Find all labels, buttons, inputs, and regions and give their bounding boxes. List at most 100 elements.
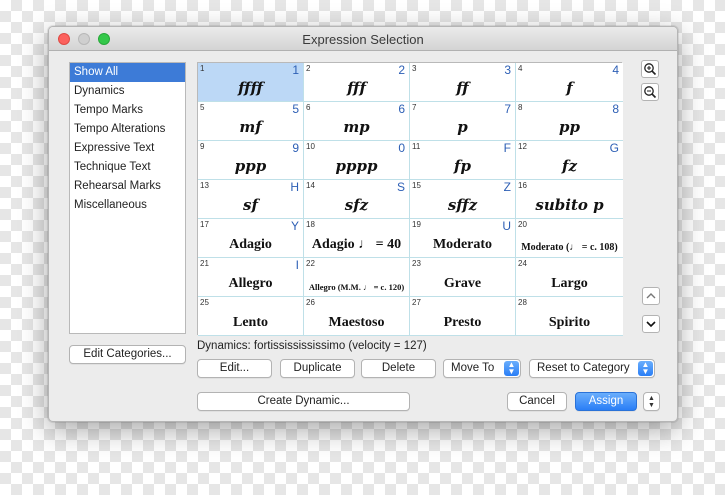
expression-cell[interactable]: 22 Allegro (M.M. ♩ = c. 120) xyxy=(304,258,410,297)
expression-cell[interactable]: 12 Gfz xyxy=(516,141,623,180)
expression-label: Adagio xyxy=(229,237,272,252)
category-list[interactable]: Show All Dynamics Tempo Marks Tempo Alterat… xyxy=(69,62,186,334)
expression-label: Maestoso xyxy=(328,315,385,330)
expression-label: mp xyxy=(343,118,370,136)
assign-button[interactable]: Assign xyxy=(575,392,637,411)
cancel-button[interactable]: Cancel xyxy=(507,392,567,411)
expression-cell[interactable]: 4 4 f xyxy=(516,63,623,102)
cell-number: 17 xyxy=(200,220,209,229)
expression-label: fff xyxy=(347,79,366,97)
zoom-in-button[interactable] xyxy=(641,60,659,78)
category-item[interactable]: Expressive Text xyxy=(70,139,185,158)
category-item[interactable]: Technique Text xyxy=(70,158,185,177)
cell-number: 4 xyxy=(518,64,523,73)
expression-label: Spirito xyxy=(548,315,591,330)
expression-cell[interactable]: 11 Ffp xyxy=(410,141,516,180)
move-to-label: Move To xyxy=(451,362,495,374)
expression-cell[interactable]: 27 Presto xyxy=(410,297,516,336)
window-title: Expression Selection xyxy=(302,32,424,47)
expression-cell[interactable]: 13 Hsf xyxy=(198,180,304,219)
shortcut-key: U xyxy=(502,219,511,233)
title-bar: Expression Selection xyxy=(49,27,677,51)
expression-cell[interactable]: 28 Spirito xyxy=(516,297,623,336)
expression-cell[interactable]: 16 subito p xyxy=(516,180,623,219)
expression-cell[interactable]: 15 Zsffz xyxy=(410,180,516,219)
reset-to-category-popup[interactable]: Reset to Category ▲ ▼ xyxy=(529,359,655,378)
expression-label: Allegro xyxy=(228,276,273,291)
cell-number: 5 xyxy=(200,103,205,112)
expression-cell[interactable]: 1 1 ffff xyxy=(198,63,304,102)
expression-label: Moderato xyxy=(432,237,493,252)
shortcut-key: I xyxy=(295,258,299,272)
shortcut-key: 0 xyxy=(398,141,405,155)
expression-label: Allegro (M.M. ♩ = c. 120) xyxy=(308,282,405,292)
expression-cell[interactable]: 5 5 mf xyxy=(198,102,304,141)
cell-number: 26 xyxy=(306,298,315,307)
expression-cell[interactable]: 7 7 p xyxy=(410,102,516,141)
shortcut-key: H xyxy=(290,180,299,194)
expression-cell[interactable]: 21 I Allegro xyxy=(198,258,304,297)
category-item[interactable]: Tempo Alterations xyxy=(70,120,185,139)
expression-cell[interactable]: 6 6 mp xyxy=(304,102,410,141)
shortcut-key: 8 xyxy=(612,102,619,116)
expression-label: ff xyxy=(456,79,469,97)
shortcut-key: 7 xyxy=(504,102,511,116)
expression-cell[interactable]: 8 8 pp xyxy=(516,102,623,141)
cell-number: 28 xyxy=(518,298,527,307)
scroll-up-button[interactable] xyxy=(642,287,660,305)
expression-cell[interactable]: 14 Ssfz xyxy=(304,180,410,219)
expression-label: Presto xyxy=(443,315,482,330)
zoom-out-button[interactable] xyxy=(641,83,659,101)
expression-cell[interactable]: 24 Largo xyxy=(516,258,623,297)
expression-label: Adagio ♩ = 40 xyxy=(311,237,402,252)
assign-options-button[interactable]: ▲ ▼ xyxy=(643,392,660,411)
shortcut-key: 9 xyxy=(292,141,299,155)
scroll-down-button[interactable] xyxy=(642,315,660,333)
cell-number: 25 xyxy=(200,298,209,307)
cell-number: 21 xyxy=(200,259,209,268)
expression-label: subito p xyxy=(535,196,604,214)
expression-cell[interactable]: 3 3 ff xyxy=(410,63,516,102)
shortcut-key: 6 xyxy=(398,102,405,116)
expression-cell[interactable]: 17 Y Adagio xyxy=(198,219,304,258)
zoom-in-icon xyxy=(644,63,657,76)
move-to-popup[interactable]: Move To ▲ ▼ xyxy=(443,359,521,378)
create-dynamic-button[interactable]: Create Dynamic... xyxy=(197,392,410,411)
expression-label: ppp xyxy=(234,157,267,175)
shortcut-key: Y xyxy=(290,219,299,233)
expression-cell[interactable]: 20 Moderato (♩ = c. 108) xyxy=(516,219,623,258)
cell-number: 1 xyxy=(200,64,205,73)
expression-cell[interactable]: 23 Grave xyxy=(410,258,516,297)
expression-cell[interactable]: 2 2 fff xyxy=(304,63,410,102)
cell-number: 20 xyxy=(518,220,527,229)
edit-categories-button[interactable]: Edit Categories... xyxy=(69,345,186,364)
expression-cell[interactable]: 26 Maestoso xyxy=(304,297,410,336)
expression-cell[interactable]: 19 U Moderato xyxy=(410,219,516,258)
expression-label: fz xyxy=(562,157,577,175)
cell-number: 22 xyxy=(306,259,315,268)
cell-number: 15 xyxy=(412,181,421,190)
expression-grid[interactable]: 1 1 ffff 2 2 fff 3 3 ff 4 4 f 5 5 mf 6 6 mp 7 7 p 8 8 pp 9 9 ppp 10… xyxy=(197,62,623,336)
cell-number: 14 xyxy=(306,181,315,190)
category-item[interactable]: Dynamics xyxy=(70,82,185,101)
expression-cell[interactable]: 9 9 ppp xyxy=(198,141,304,180)
expression-cell[interactable]: 10 0 pppp xyxy=(304,141,410,180)
category-item[interactable]: Miscellaneous xyxy=(70,196,185,215)
cell-number: 10 xyxy=(306,142,315,151)
cell-number: 6 xyxy=(306,103,311,112)
category-item[interactable]: Show All xyxy=(70,63,185,82)
expression-cell[interactable]: 18 Adagio ♩ = 40 xyxy=(304,219,410,258)
category-item[interactable]: Rehearsal Marks xyxy=(70,177,185,196)
duplicate-button[interactable]: Duplicate xyxy=(280,359,355,378)
category-item[interactable]: Tempo Marks xyxy=(70,101,185,120)
shortcut-key: S xyxy=(396,180,405,194)
delete-button[interactable]: Delete xyxy=(361,359,436,378)
chevron-down-icon xyxy=(646,321,656,328)
expression-label: p xyxy=(457,118,468,136)
expression-label: pp xyxy=(559,118,580,136)
expression-cell[interactable]: 25 Lento xyxy=(198,297,304,336)
chevron-up-icon xyxy=(646,293,656,299)
shortcut-key: 3 xyxy=(504,63,511,77)
edit-button[interactable]: Edit... xyxy=(197,359,272,378)
cell-number: 11 xyxy=(412,142,421,151)
